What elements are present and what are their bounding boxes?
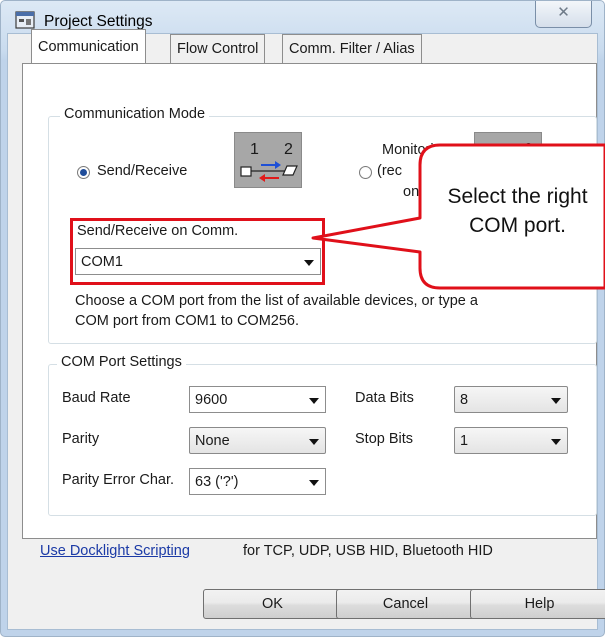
callout-line-1: Select the right	[447, 185, 588, 208]
callout-line-2: COM port.	[469, 214, 566, 237]
annotation-callout-text: Select the right COM port.	[430, 182, 605, 240]
annotation-callout-bubble	[311, 143, 605, 290]
